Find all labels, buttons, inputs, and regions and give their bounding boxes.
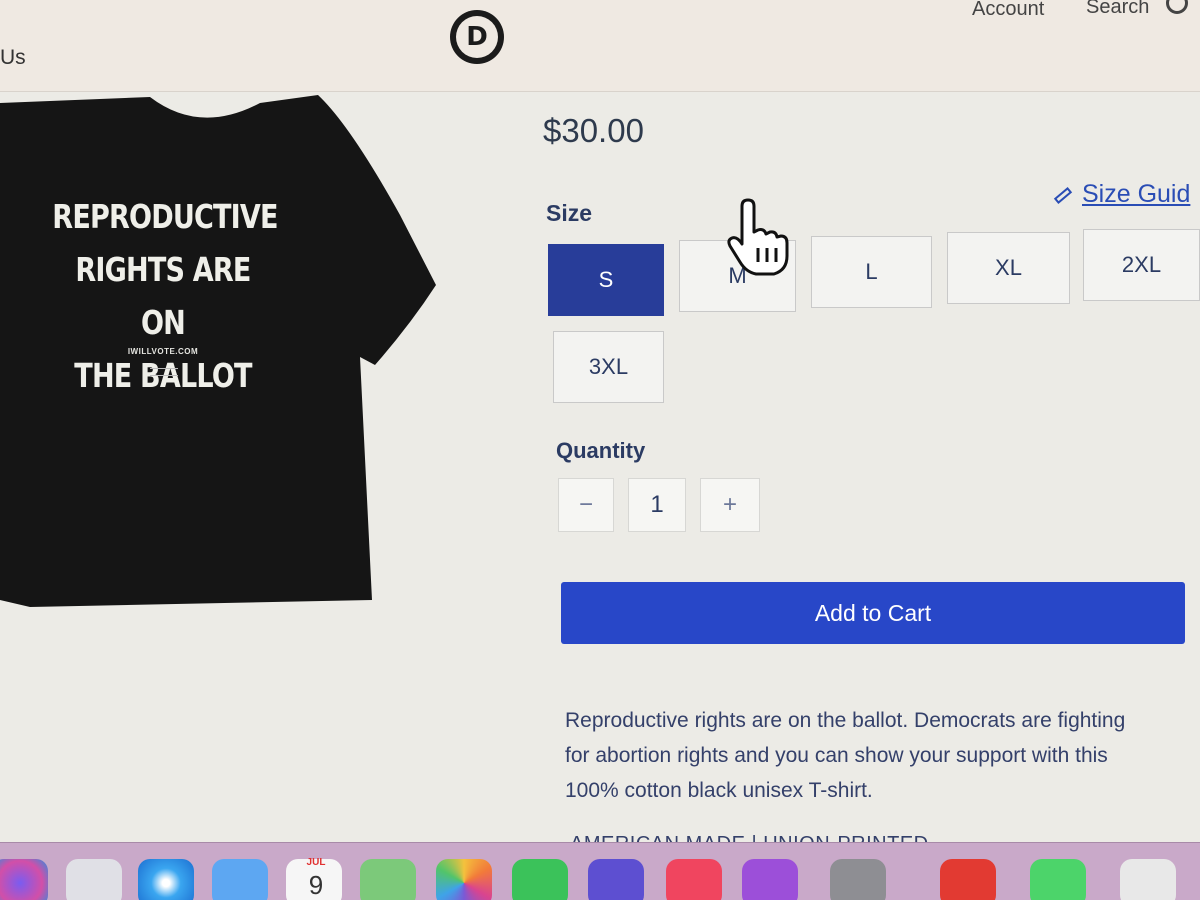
macos-dock <box>0 842 1200 900</box>
messages-icon[interactable] <box>1030 859 1086 900</box>
settings-icon[interactable] <box>830 859 886 900</box>
shirt-small-logo <box>150 368 178 376</box>
size-option-s[interactable]: S <box>548 244 664 316</box>
product-description: Reproductive rights are on the ballot. D… <box>565 709 1126 802</box>
facetime-icon[interactable] <box>512 859 568 900</box>
hand-pointer-cursor-icon <box>727 198 789 276</box>
quantity-increase-button[interactable]: + <box>700 478 760 532</box>
product-price: $30.00 <box>543 112 644 149</box>
site-header: Us D Account Search <box>0 0 1200 92</box>
calendar-month: JUL <box>306 857 326 868</box>
shirt-slogan-line: RIGHTS ARE ON <box>75 250 251 342</box>
add-to-cart-button[interactable]: Add to Cart <box>561 582 1185 644</box>
quantity-input[interactable]: 1 <box>628 478 686 532</box>
size-guide-link[interactable]: Size Guid <box>1053 180 1191 209</box>
account-link[interactable]: Account <box>972 0 1044 21</box>
shirt-url-text: IWILLVOTE.COM <box>127 347 199 356</box>
ruler-icon <box>1053 186 1073 204</box>
logo-letter: D <box>456 16 498 58</box>
shirt-slogan-line: REPRODUCTIVE <box>52 197 278 236</box>
democrats-logo[interactable]: D <box>450 10 504 64</box>
quantity-decrease-button[interactable]: − <box>558 478 614 532</box>
search-icon[interactable] <box>1166 0 1188 14</box>
app-icon[interactable] <box>940 859 996 900</box>
mail-icon[interactable] <box>212 859 268 900</box>
nav-link-us[interactable]: Us <box>0 46 26 70</box>
podcasts-icon[interactable] <box>742 859 798 900</box>
quantity-label: Quantity <box>556 438 646 463</box>
launchpad-icon[interactable] <box>66 859 122 900</box>
size-label: Size <box>546 200 593 226</box>
photos-icon[interactable] <box>436 859 492 900</box>
siri-icon[interactable] <box>0 859 48 900</box>
music-icon[interactable] <box>666 859 722 900</box>
maps-icon[interactable] <box>360 859 416 900</box>
size-option-2xl[interactable]: 2XL <box>1083 229 1200 301</box>
size-option-xl[interactable]: XL <box>947 232 1070 304</box>
safari-icon[interactable] <box>138 859 194 900</box>
product-image: REPRODUCTIVE RIGHTS ARE ON THE BALLOT IW… <box>0 95 440 610</box>
imovie-icon[interactable] <box>588 859 644 900</box>
app-icon-2[interactable] <box>1120 859 1176 900</box>
calendar-day: 9 <box>308 870 324 900</box>
size-option-l[interactable]: L <box>811 236 932 308</box>
search-link[interactable]: Search <box>1086 0 1149 19</box>
size-guide-label: Size Guid <box>1082 180 1191 208</box>
size-option-3xl[interactable]: 3XL <box>553 331 664 403</box>
